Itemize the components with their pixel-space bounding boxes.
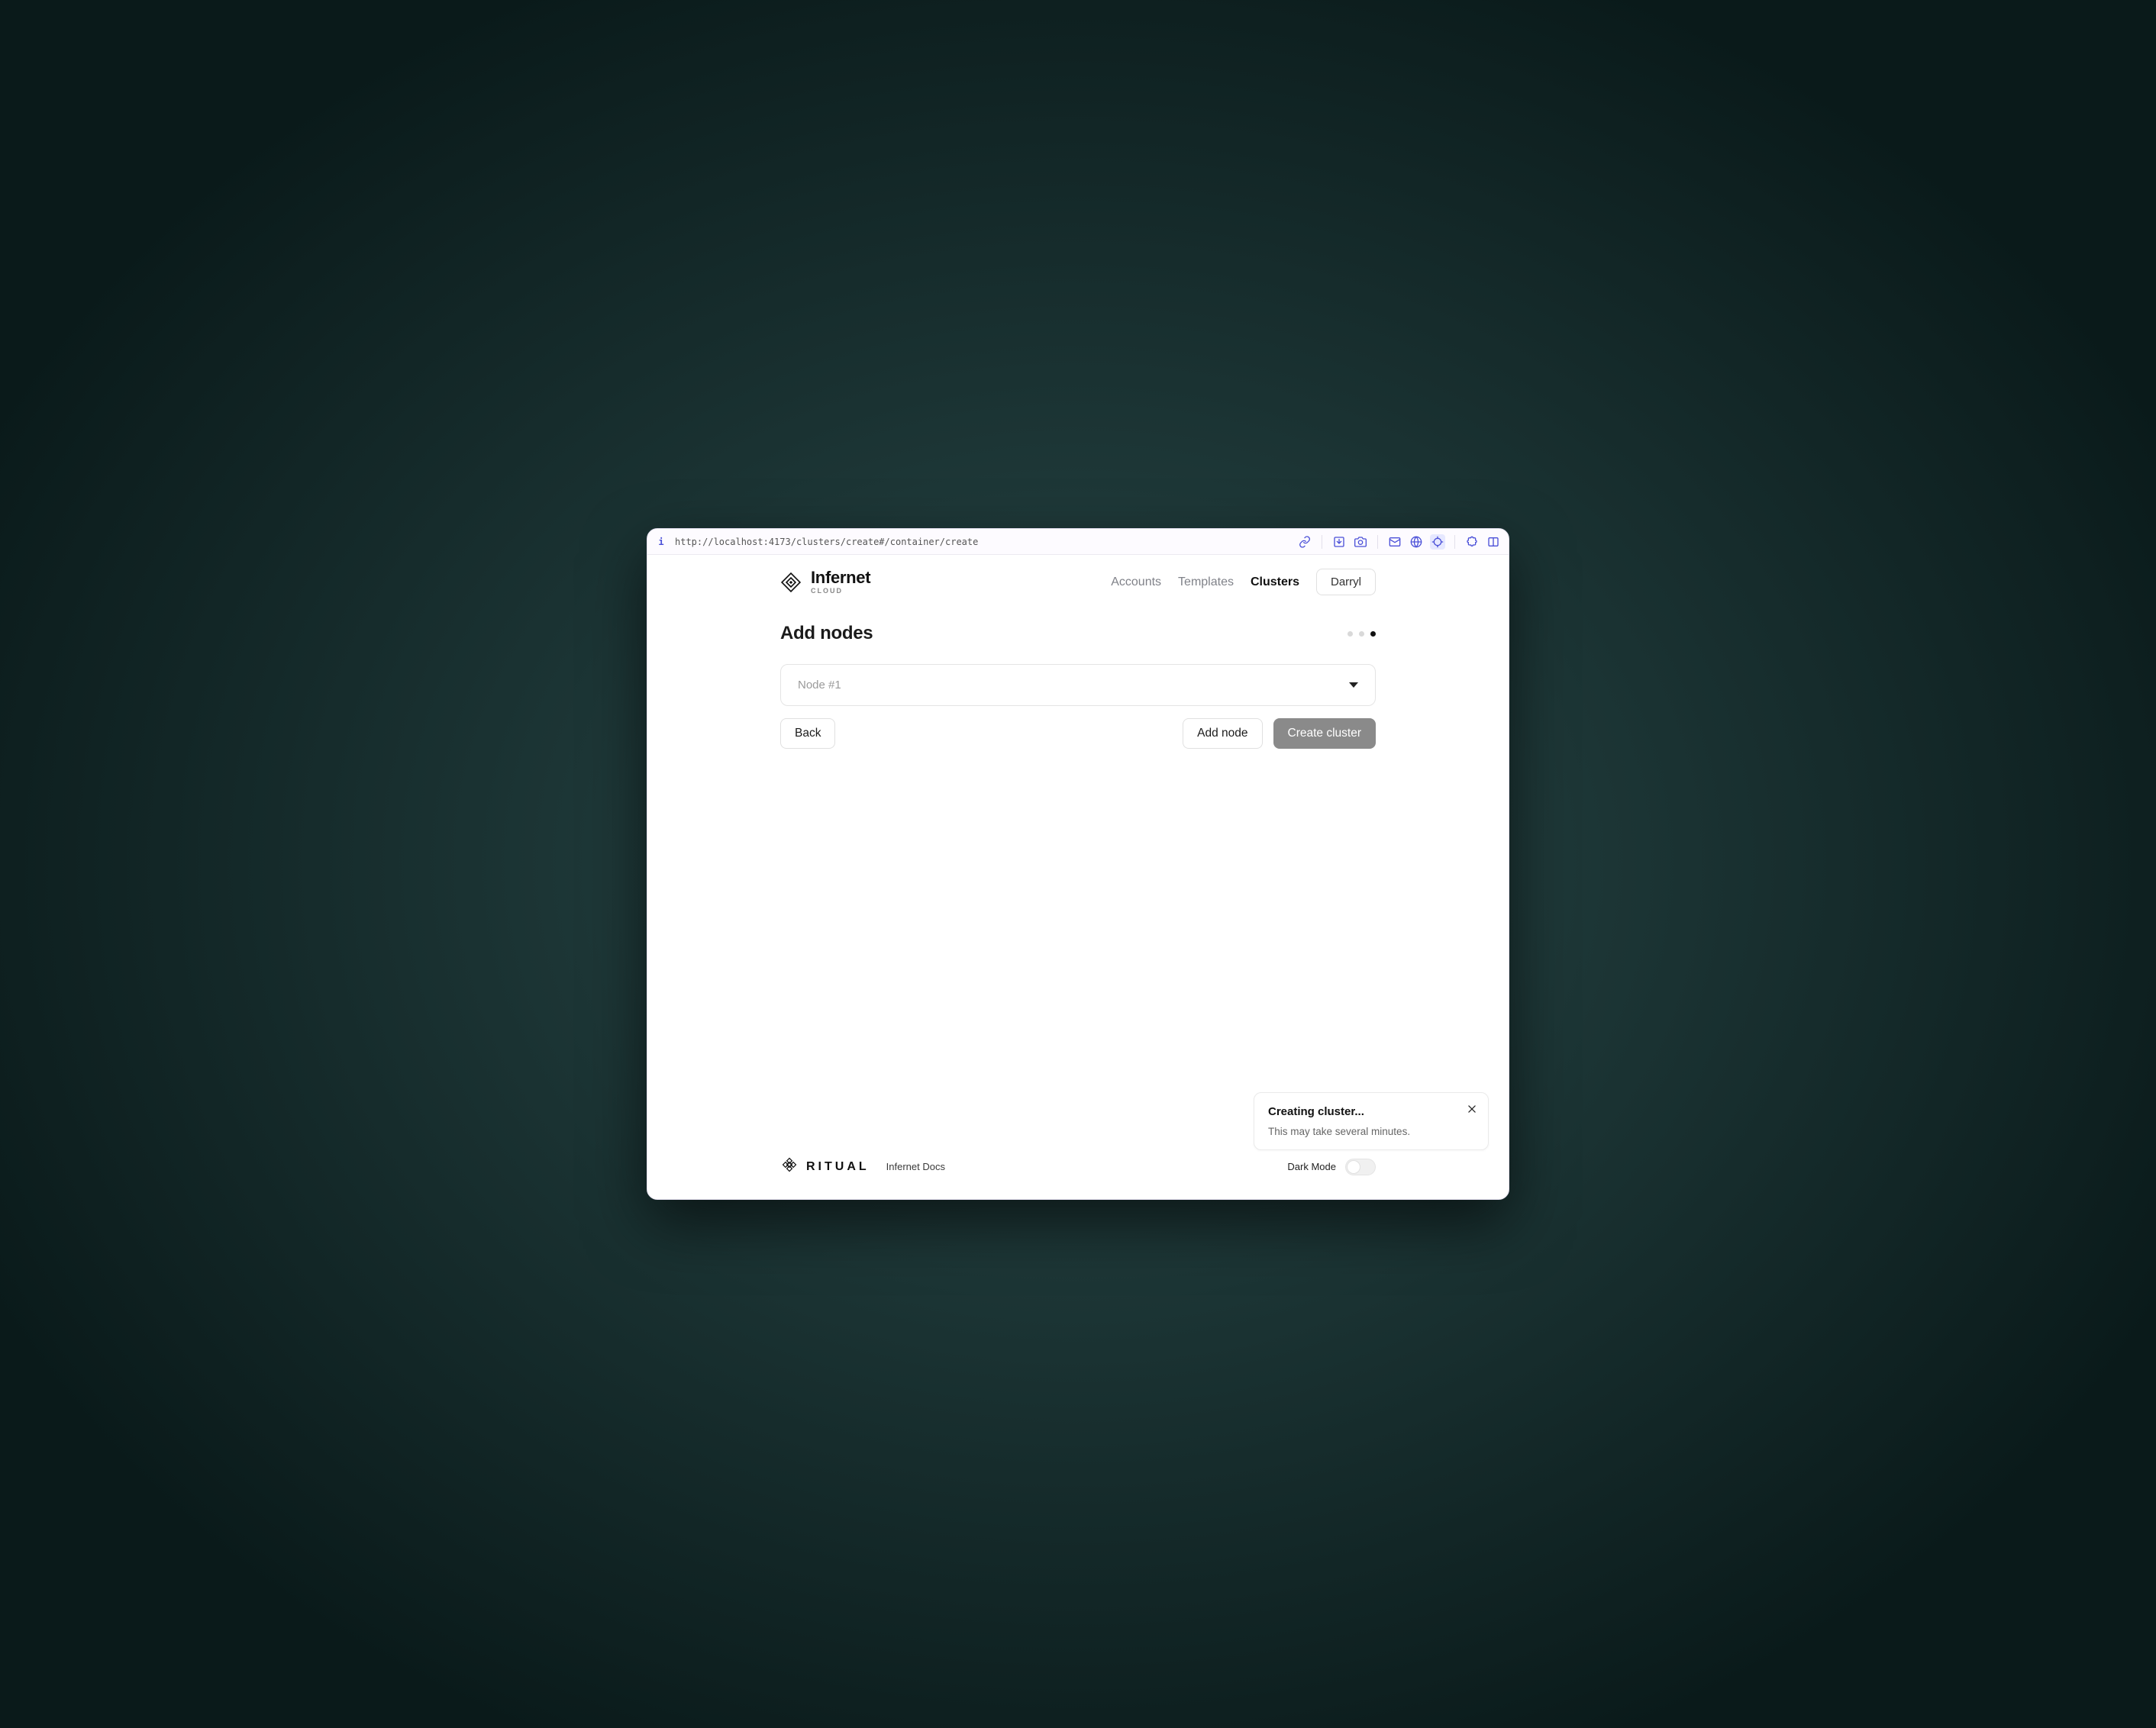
brand[interactable]: Infernet CLOUD: [780, 569, 870, 595]
camera-icon[interactable]: [1353, 534, 1368, 550]
brand-subtitle: CLOUD: [811, 588, 870, 595]
caret-down-icon: [1349, 682, 1358, 688]
add-node-button[interactable]: Add node: [1183, 718, 1262, 749]
node-accordion[interactable]: Node #1: [780, 664, 1376, 706]
nav-accounts[interactable]: Accounts: [1111, 575, 1161, 589]
address-bar: i http://localhost:4173/clusters/create#…: [647, 529, 1509, 555]
ritual-logo-icon: [780, 1156, 799, 1178]
brand-logo-icon: [780, 572, 802, 593]
toast-close-button[interactable]: [1464, 1101, 1480, 1117]
divider: [1454, 535, 1455, 549]
step-indicator: [1348, 631, 1376, 637]
dark-mode-toggle[interactable]: [1345, 1159, 1376, 1175]
toast-title: Creating cluster...: [1268, 1105, 1474, 1118]
ritual-brand[interactable]: RITUAL: [780, 1156, 870, 1178]
info-icon[interactable]: i: [655, 536, 667, 548]
app-header: Infernet CLOUD Accounts Templates Cluste…: [780, 555, 1376, 595]
main-nav: Accounts Templates Clusters Darryl: [1111, 569, 1376, 595]
url-text[interactable]: http://localhost:4173/clusters/create#/c…: [675, 537, 978, 547]
page-title: Add nodes: [780, 623, 873, 644]
step-dot-1: [1348, 631, 1353, 637]
mail-icon[interactable]: [1387, 534, 1402, 550]
dark-mode-label: Dark Mode: [1287, 1161, 1336, 1172]
docs-link[interactable]: Infernet Docs: [886, 1161, 945, 1172]
step-dot-3: [1370, 631, 1376, 637]
divider: [1377, 535, 1378, 549]
extension-icon[interactable]: [1464, 534, 1480, 550]
address-bar-actions: [1297, 534, 1501, 550]
panel-icon[interactable]: [1486, 534, 1501, 550]
ritual-name: RITUAL: [806, 1160, 870, 1174]
user-menu-button[interactable]: Darryl: [1316, 569, 1376, 595]
target-icon[interactable]: [1430, 534, 1445, 550]
download-icon[interactable]: [1331, 534, 1347, 550]
globe-icon[interactable]: [1409, 534, 1424, 550]
page-body: Infernet CLOUD Accounts Templates Cluste…: [647, 555, 1509, 1199]
nav-clusters[interactable]: Clusters: [1251, 575, 1299, 589]
step-dot-2: [1359, 631, 1364, 637]
toast-body: This may take several minutes.: [1268, 1126, 1474, 1137]
toggle-knob: [1347, 1160, 1360, 1174]
nav-templates[interactable]: Templates: [1178, 575, 1234, 589]
back-button[interactable]: Back: [780, 718, 835, 749]
toast-notification: Creating cluster... This may take severa…: [1254, 1092, 1489, 1150]
node-label: Node #1: [798, 679, 841, 692]
browser-window: i http://localhost:4173/clusters/create#…: [647, 528, 1509, 1200]
link-icon[interactable]: [1297, 534, 1312, 550]
brand-name: Infernet: [811, 569, 870, 586]
create-cluster-button[interactable]: Create cluster: [1273, 718, 1376, 749]
